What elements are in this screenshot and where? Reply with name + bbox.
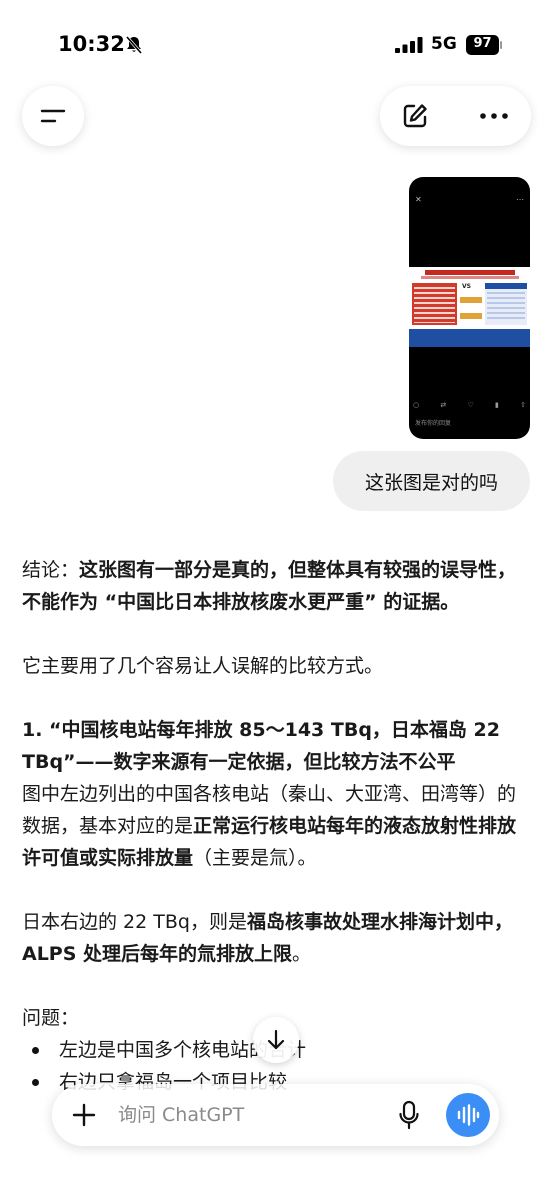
attached-image[interactable]: ✕ ⋯ VS ○ ⇄ ♡ ▮ ⇧ 发布你的回复 [409, 177, 530, 439]
menu-icon [40, 109, 66, 123]
paragraph-japan-data: 日本右边的 22 TBq，则是福岛核事故处理水排海计划中，ALPS 处理后每年的… [22, 911, 513, 965]
share-icon: ⇧ [520, 401, 526, 409]
comment-icon: ○ [413, 401, 420, 409]
battery-icon: 97 [466, 35, 502, 55]
microphone-icon [399, 1100, 419, 1130]
dictate-button[interactable] [392, 1098, 426, 1132]
voice-mode-button[interactable] [446, 1093, 490, 1137]
close-icon: ✕ [415, 195, 422, 204]
status-bar: 10:32 5G 97 [0, 0, 552, 88]
more-options-button[interactable] [470, 96, 518, 136]
user-message-text: 这张图是对的吗 [364, 471, 498, 494]
battery-level: 97 [473, 36, 492, 51]
new-chat-button[interactable] [394, 96, 436, 136]
bell-muted-icon [125, 36, 143, 54]
infographic-thumbnail: VS [409, 267, 530, 347]
composer [52, 1084, 499, 1146]
signal-icon [395, 37, 423, 53]
compose-icon [403, 104, 427, 128]
paragraph-china-data: 图中左边列出的中国各核电站（秦山、大亚湾、田湾等）的数据，基本对应的是正常运行核… [22, 783, 517, 869]
assistant-message: 结论：这张图有一部分是真的，但整体具有较强的误导性，不能作为 “中国比日本排放核… [22, 554, 517, 1098]
plus-icon [72, 1103, 96, 1127]
more-icon [480, 113, 508, 119]
conclusion-paragraph: 结论：这张图有一部分是真的，但整体具有较强的误导性，不能作为 “中国比日本排放核… [22, 554, 517, 618]
header-actions [380, 86, 531, 146]
conclusion-label: 结论： [22, 559, 80, 581]
intro-paragraph: 它主要用了几个容易让人误解的比较方式。 [22, 655, 384, 677]
image-caption: 发布你的回复 [415, 420, 452, 427]
scroll-to-bottom-button[interactable] [253, 1017, 299, 1063]
repost-icon: ⇄ [440, 401, 447, 409]
message-input[interactable] [118, 1099, 378, 1131]
attach-button[interactable] [68, 1099, 100, 1131]
more-icon: ⋯ [516, 195, 524, 204]
views-icon: ▮ [495, 401, 499, 409]
sidebar-menu-button[interactable] [22, 86, 84, 146]
status-time: 10:32 [58, 32, 125, 56]
post-actions: ○ ⇄ ♡ ▮ ⇧ [413, 401, 526, 411]
user-message-bubble: 这张图是对的吗 [333, 451, 530, 511]
point1-heading: 1. “中国核电站每年排放 85～143 TBq，日本福岛 22 TBq”——数… [22, 719, 500, 773]
conclusion-text: 这张图有一部分是真的，但整体具有较强的误导性，不能作为 “中国比日本排放核废水更… [22, 559, 517, 613]
like-icon: ♡ [467, 401, 474, 409]
network-label: 5G [431, 34, 457, 54]
waveform-icon [457, 1104, 480, 1126]
arrow-down-icon [267, 1029, 285, 1050]
